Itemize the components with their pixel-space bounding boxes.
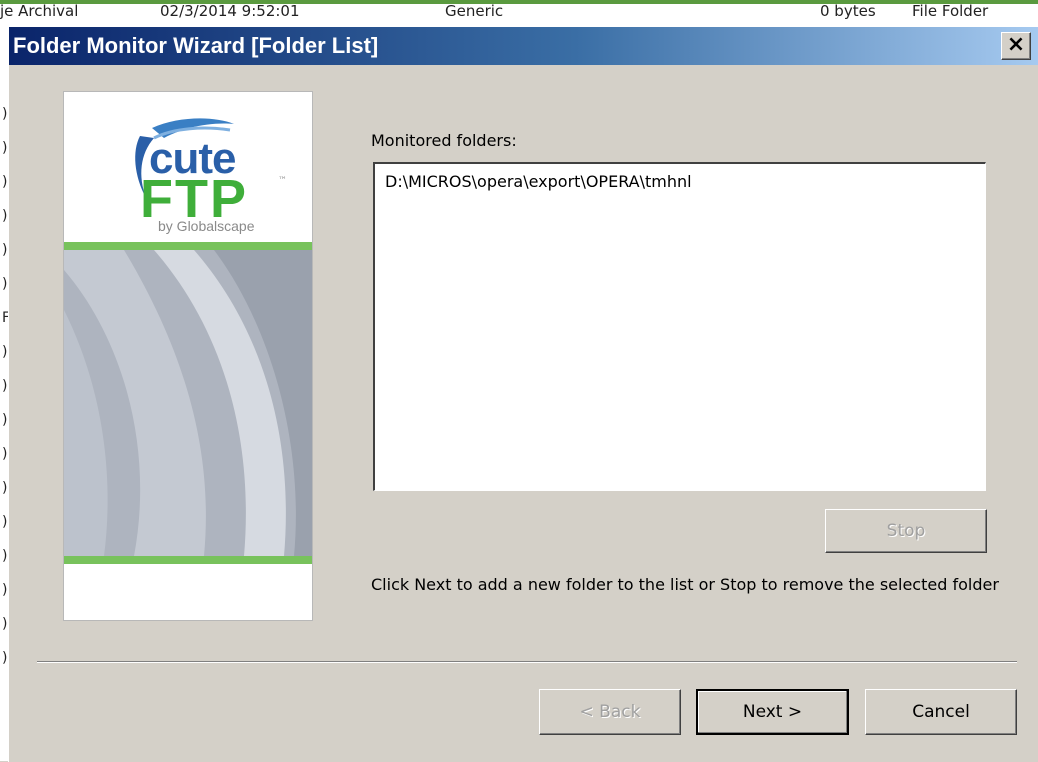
cancel-button[interactable]: Cancel: [865, 689, 1017, 735]
monitored-folders-list[interactable]: D:\MICROS\opera\export\OPERA\tmhnl: [373, 162, 986, 491]
background-row-mark: ): [2, 140, 8, 156]
footer-separator: [37, 661, 1017, 663]
background-selection-strip: [0, 0, 1038, 4]
background-row-mark: ): [2, 650, 8, 666]
background-row-mark: ): [2, 378, 8, 394]
logo-trademark: ™: [278, 176, 287, 186]
banner-green-bar-bottom: [64, 556, 312, 564]
monitored-folders-label: Monitored folders:: [371, 131, 517, 150]
background-row-mark: ): [2, 480, 8, 496]
background-row-mark: ): [2, 582, 8, 598]
background-row-mark: ): [2, 616, 8, 632]
background-row-mark: ): [2, 412, 8, 428]
cuteftp-logo: cute FTP ™ by Globalscape: [64, 92, 312, 242]
folder-monitor-wizard-dialog: Folder Monitor Wizard [Folder List] × cu…: [8, 26, 1038, 762]
background-cell-date: 02/3/2014 9:52:01: [160, 2, 300, 20]
wizard-side-banner: cute FTP ™ by Globalscape: [63, 91, 313, 621]
background-row-mark: ): [2, 242, 8, 258]
background-cell-name: je Archival: [0, 2, 79, 20]
stop-button[interactable]: Stop: [825, 509, 987, 553]
instruction-text: Click Next to add a new folder to the li…: [371, 575, 999, 594]
close-button[interactable]: ×: [1001, 32, 1031, 60]
banner-green-bar-top: [64, 242, 312, 250]
background-row-mark: ): [2, 446, 8, 462]
dialog-title: Folder Monitor Wizard [Folder List]: [13, 33, 379, 58]
background-row-mark: ): [2, 548, 8, 564]
background-row-mark: ): [2, 174, 8, 190]
background-row-mark: ): [2, 276, 8, 292]
list-item[interactable]: D:\MICROS\opera\export\OPERA\tmhnl: [385, 172, 692, 191]
background-cell-size: 0 bytes: [820, 2, 876, 20]
title-bar[interactable]: Folder Monitor Wizard [Folder List] ×: [9, 27, 1038, 65]
background-row-mark: ): [2, 208, 8, 224]
back-button[interactable]: < Back: [539, 689, 681, 735]
background-file-list-row: je Archival 02/3/2014 9:52:01 Generic 0 …: [0, 0, 1038, 28]
banner-arcs-graphic: [64, 250, 312, 556]
background-row-mark: ): [2, 106, 8, 122]
background-row-mark: ): [2, 514, 8, 530]
background-cell-type: Generic: [445, 2, 504, 20]
banner-decorative-stripes: [64, 250, 312, 556]
close-icon: ×: [1006, 32, 1026, 57]
next-button[interactable]: Next >: [696, 689, 849, 735]
logo-byline: by Globalscape: [158, 218, 255, 234]
background-cell-kind: File Folder: [912, 2, 989, 20]
background-row-mark: ): [2, 344, 8, 360]
banner-footer: [64, 564, 312, 620]
